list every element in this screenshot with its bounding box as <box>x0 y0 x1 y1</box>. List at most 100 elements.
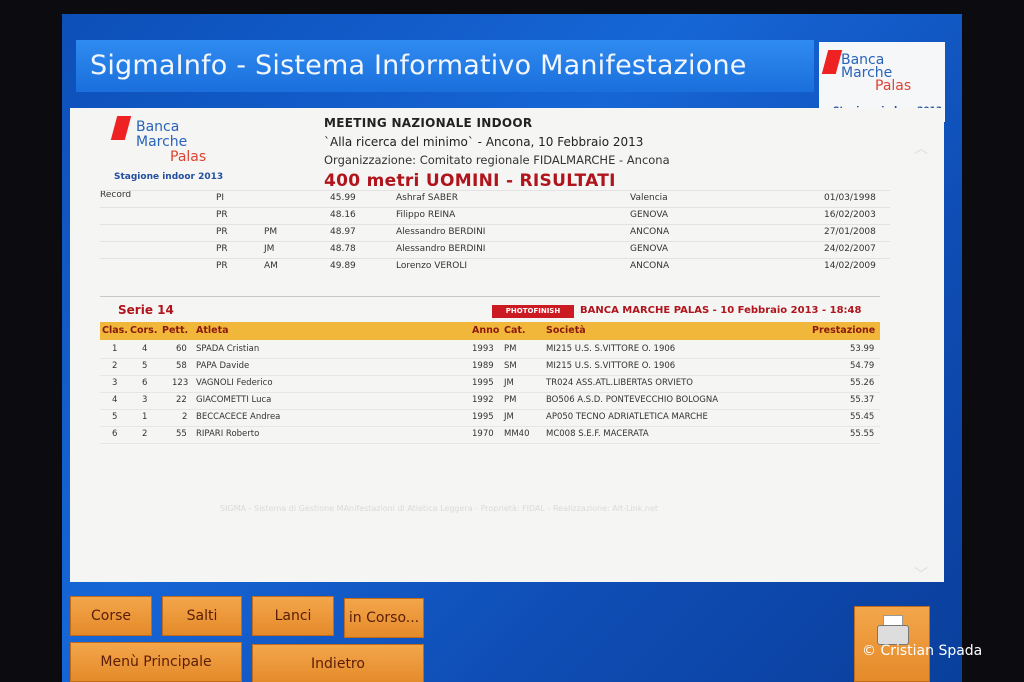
cell-clas: 6 <box>112 429 118 439</box>
cell-anno: 1995 <box>472 378 494 388</box>
table-row[interactable]: 5 1 2 BECCACECE Andrea 1995 JM AP050 TEC… <box>100 409 880 427</box>
serie-title: Serie 14 <box>118 303 174 317</box>
cell-atleta: SPADA Cristian <box>196 344 260 354</box>
record-time: 48.16 <box>330 210 356 220</box>
cell-atleta: PAPA Davide <box>196 361 250 371</box>
col-societa: Società <box>546 325 586 336</box>
record-athlete: Alessandro BERDINI <box>396 227 486 237</box>
record-cat: AM <box>264 261 278 271</box>
cell-prestazione: 54.79 <box>850 361 875 371</box>
record-time: 49.89 <box>330 261 356 271</box>
cell-anno: 1995 <box>472 412 494 422</box>
record-athlete: Ashraf SABER <box>396 193 458 203</box>
panel-logo-subtitle: Stagione indoor 2013 <box>114 172 224 182</box>
cell-atleta: RIPARI Roberto <box>196 429 260 439</box>
cell-atleta: BECCACECE Andrea <box>196 412 281 422</box>
record-time: 48.97 <box>330 227 356 237</box>
record-athlete: Alessandro BERDINI <box>396 244 486 254</box>
cell-cors: 1 <box>142 412 148 422</box>
logo-line3: Palas <box>875 78 912 94</box>
record-date: 01/03/1998 <box>824 193 876 203</box>
cell-prestazione: 55.55 <box>850 429 875 439</box>
cell-cat: MM40 <box>504 429 530 439</box>
cell-atleta: VAGNOLI Federico <box>196 378 273 388</box>
col-cors: Cors. <box>130 325 158 336</box>
record-time: 48.78 <box>330 244 356 254</box>
record-row: PI 45.99 Ashraf SABER Valencia 01/03/199… <box>100 190 890 208</box>
cell-prestazione: 55.26 <box>850 378 875 388</box>
kiosk-screen: SigmaInfo - Sistema Informativo Manifest… <box>62 14 962 682</box>
record-cat: JM <box>264 244 275 254</box>
cell-societa: MC008 S.E.F. MACERATA <box>546 429 649 439</box>
record-place: ANCONA <box>630 227 670 237</box>
cell-clas: 4 <box>112 395 118 405</box>
record-place: ANCONA <box>630 261 670 271</box>
window-title: SigmaInfo - Sistema Informativo Manifest… <box>76 40 814 92</box>
cell-prestazione: 55.37 <box>850 395 875 405</box>
cell-cat: PM <box>504 395 517 405</box>
cell-societa: MI215 U.S. S.VITTORE O. 1906 <box>546 344 676 354</box>
record-place: GENOVA <box>630 244 669 254</box>
table-row[interactable]: 6 2 55 RIPARI Roberto 1970 MM40 MC008 S.… <box>100 426 880 444</box>
record-time: 45.99 <box>330 193 356 203</box>
lanci-button[interactable]: Lanci <box>252 596 334 636</box>
record-athlete: Filippo REINA <box>396 210 456 220</box>
salti-button[interactable]: Salti <box>162 596 242 636</box>
table-row[interactable]: 2 5 58 PAPA Davide 1989 SM MI215 U.S. S.… <box>100 358 880 376</box>
meeting-title: MEETING NAZIONALE INDOOR <box>324 116 533 130</box>
record-row: PR JM 48.78 Alessandro BERDINI GENOVA 24… <box>100 241 890 259</box>
cell-cat: JM <box>504 412 514 422</box>
cell-prestazione: 55.45 <box>850 412 875 422</box>
record-date: 24/02/2007 <box>824 244 876 254</box>
corse-button[interactable]: Corse <box>70 596 152 636</box>
col-prestazione: Prestazione <box>812 325 876 336</box>
in-corso-button[interactable]: in Corso... <box>344 598 424 638</box>
table-row[interactable]: 3 6 123 VAGNOLI Federico 1995 JM TR024 A… <box>100 375 880 393</box>
table-row[interactable]: 1 4 60 SPADA Cristian 1993 PM MI215 U.S.… <box>100 341 880 359</box>
cell-societa: TR024 ASS.ATL.LIBERTAS ORVIETO <box>546 378 693 388</box>
logo-mark-icon <box>821 50 843 74</box>
panel-logo-line1: Banca <box>136 119 180 135</box>
cell-pett: 123 <box>172 378 189 388</box>
col-clas: Clas. <box>102 325 128 336</box>
cell-societa: AP050 TECNO ADRIATLETICA MARCHE <box>546 412 708 422</box>
record-type: PI <box>216 193 225 203</box>
cell-anno: 1992 <box>472 395 494 405</box>
menu-principale-button[interactable]: Menù Principale <box>70 642 242 682</box>
cell-cors: 3 <box>142 395 148 405</box>
indietro-button[interactable]: Indietro <box>252 644 424 682</box>
record-row: PR PM 48.97 Alessandro BERDINI ANCONA 27… <box>100 224 890 242</box>
col-anno: Anno <box>472 325 500 336</box>
meeting-subtitle: `Alla ricerca del minimo` - Ancona, 10 F… <box>324 135 644 149</box>
cell-societa: MI215 U.S. S.VITTORE O. 1906 <box>546 361 676 371</box>
photofinish-badge: PHOTOFINISH <box>492 305 574 318</box>
cell-clas: 5 <box>112 412 118 422</box>
cell-cors: 6 <box>142 378 148 388</box>
serie-info: BANCA MARCHE PALAS - 10 Febbraio 2013 - … <box>580 305 862 316</box>
record-place: Valencia <box>630 193 668 203</box>
cell-cat: JM <box>504 378 514 388</box>
col-pett: Pett. <box>162 325 189 336</box>
cell-anno: 1993 <box>472 344 494 354</box>
scroll-up-icon[interactable]: ︿ <box>914 138 934 157</box>
cell-cors: 2 <box>142 429 148 439</box>
scroll-down-icon[interactable]: ﹀ <box>914 564 934 583</box>
record-type: PR <box>216 227 228 237</box>
results-panel: Banca Marche Palas Stagione indoor 2013 … <box>70 108 944 583</box>
photo-credit: © Cristian Spada <box>862 643 983 659</box>
record-row: PR 48.16 Filippo REINA GENOVA 16/02/2003 <box>100 207 890 225</box>
event-title: 400 metri UOMINI - RISULTATI <box>324 171 616 191</box>
table-row[interactable]: 4 3 22 GIACOMETTI Luca 1992 PM BO506 A.S… <box>100 392 880 410</box>
record-date: 14/02/2009 <box>824 261 876 271</box>
col-atleta: Atleta <box>196 325 229 336</box>
record-cat: PM <box>264 227 278 237</box>
cell-cat: PM <box>504 344 517 354</box>
record-athlete: Lorenzo VEROLI <box>396 261 468 271</box>
cell-atleta: GIACOMETTI Luca <box>196 395 272 405</box>
cell-pett: 55 <box>176 429 187 439</box>
meeting-header: MEETING NAZIONALE INDOOR `Alla ricerca d… <box>324 116 884 191</box>
record-place: GENOVA <box>630 210 669 220</box>
record-date: 16/02/2003 <box>824 210 876 220</box>
cell-cat: SM <box>504 361 517 371</box>
cell-anno: 1989 <box>472 361 494 371</box>
